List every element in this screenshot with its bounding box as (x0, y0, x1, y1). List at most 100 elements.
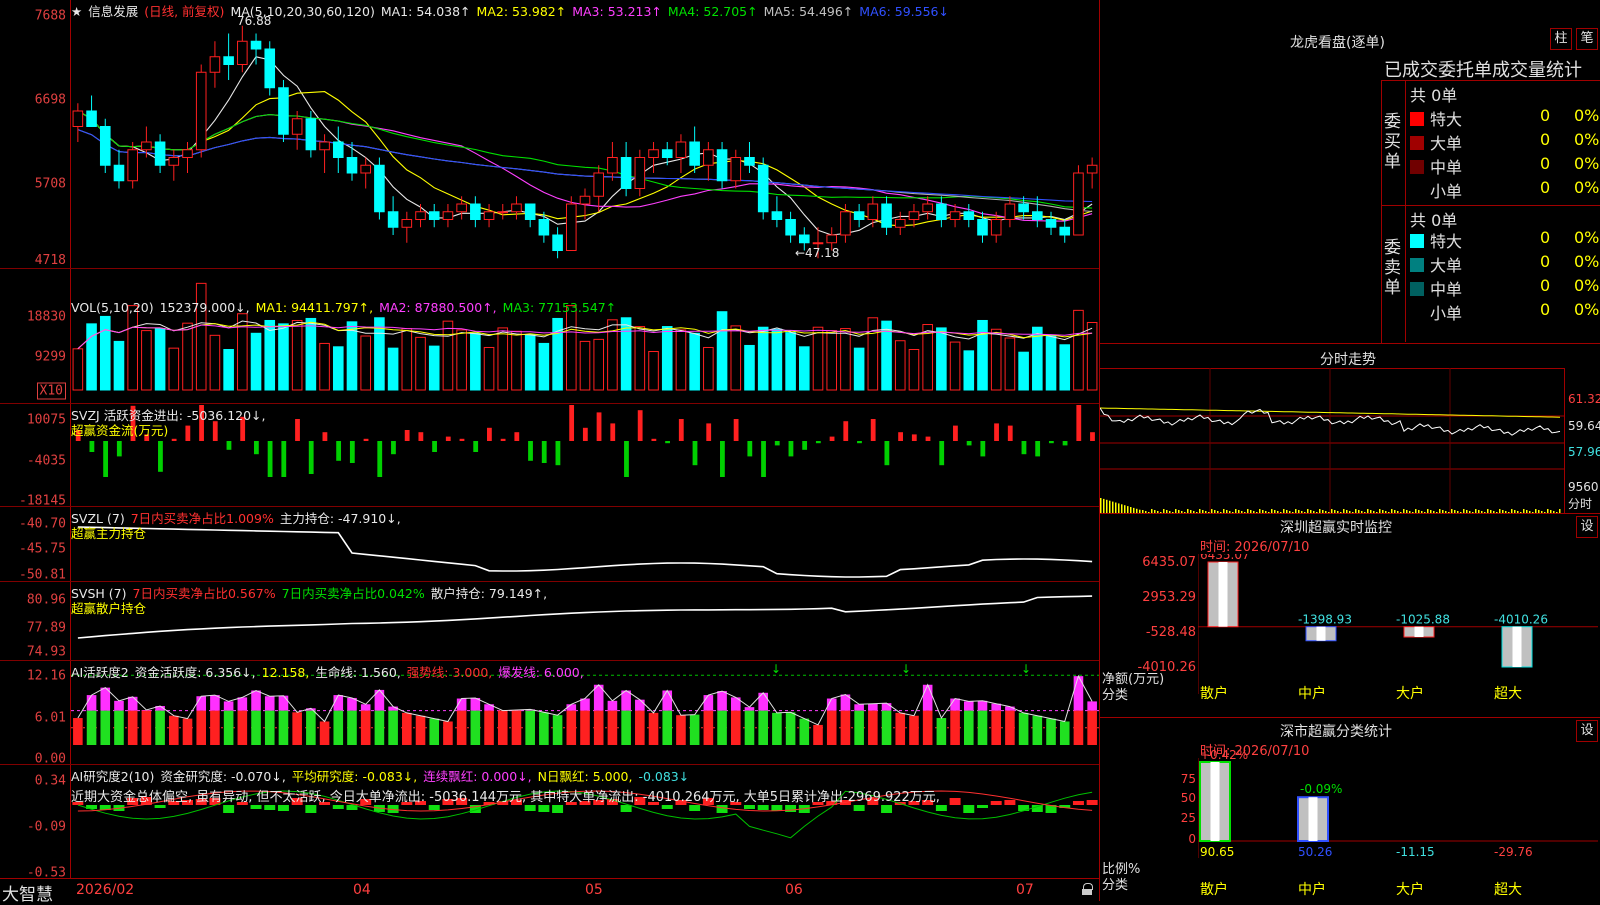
volume-bar (524, 334, 536, 391)
research-bar (428, 805, 440, 810)
retail-holding-line (77, 595, 1093, 639)
volume-bar (319, 342, 330, 391)
flow-bar (459, 438, 465, 441)
flow-bar (569, 405, 575, 441)
volume-bar (401, 328, 413, 391)
volume-bar (730, 325, 742, 391)
volume-plot[interactable] (71, 269, 1099, 404)
candle-body (552, 234, 563, 251)
bar-mode-button[interactable]: 柱 (1550, 28, 1572, 50)
activity-bar (182, 718, 193, 745)
flow-bar (966, 441, 972, 446)
classify-settings-button[interactable]: 设 (1576, 720, 1598, 742)
activity-bar-top (484, 704, 494, 711)
activity-bar (1005, 710, 1015, 745)
ai-activity-panel[interactable]: 12.16 6.01 0.00 AI活跃度2 资金活跃度: 6.356↓, 12.1… (0, 660, 1099, 767)
period-label[interactable]: (日线, 前复权) (144, 4, 224, 19)
activity-bar-top (635, 699, 645, 711)
candle-body (168, 157, 180, 166)
ai-research-p1: 资金研究度: -0.070↓, (160, 769, 286, 784)
activity-bar-top (1073, 676, 1084, 711)
volume-bar (579, 340, 591, 391)
activity-bar (264, 710, 275, 745)
volume-panel[interactable]: 18830 9299 X10 VOL(5,10,20) 152379.000↓, M… (0, 268, 1099, 404)
volume-bar (305, 317, 317, 391)
activity-bar (881, 710, 892, 745)
svsh-y-axis: 80.96 77.89 74.93 (0, 582, 71, 661)
monitor-settings-button[interactable]: 设 (1576, 516, 1598, 538)
activity-bar-top (360, 704, 371, 711)
flow-bar (267, 441, 273, 477)
candle-body (593, 172, 605, 197)
research-bar (771, 805, 783, 811)
research-bar (757, 805, 769, 810)
activity-bar-top (717, 691, 727, 711)
flow-bar (486, 427, 492, 441)
activity-bar (936, 718, 947, 745)
classify-y-label: 50 (1180, 791, 1196, 805)
flow-bar (391, 441, 396, 455)
lhb-row-name: 小单 (1430, 182, 1463, 201)
activity-bar (717, 710, 727, 745)
monitor-value-label: -1398.93 (1298, 613, 1352, 627)
research-bar (853, 805, 865, 811)
classify-panel[interactable]: 深市超赢分类统计 设 时间: 2026/07/10 比例% 分类 75 50 2… (1099, 717, 1600, 901)
activity-bar (813, 724, 823, 745)
candle-body (634, 157, 646, 189)
monitor-value-label: -1025.88 (1396, 613, 1450, 627)
research-bar (977, 805, 988, 808)
low-price-label: ←47.18 (795, 246, 840, 260)
candle-body (936, 203, 947, 220)
lhb-row-value: 0 (1540, 130, 1551, 149)
research-bar (743, 805, 755, 809)
activity-bar (799, 718, 810, 745)
classify-bar (1199, 761, 1231, 842)
activity-bar-top (278, 695, 289, 711)
activity-bar-top (114, 700, 124, 711)
flow-bar (158, 441, 163, 472)
candle-body (360, 164, 371, 174)
monitor-value-label: -4010.26 (1494, 613, 1548, 627)
candle-body (1045, 219, 1057, 228)
svzl-y-label: -40.70 (19, 516, 66, 532)
activity-bar (1032, 715, 1043, 745)
volume-bar (867, 317, 879, 391)
volume-bar (346, 321, 358, 391)
research-bar (264, 805, 276, 810)
svsh-panel[interactable]: 80.96 77.89 74.93 SVSH (7) 7日内买卖净占比0.567%… (0, 581, 1099, 661)
activity-bar (580, 710, 590, 745)
classify-value-label: 90.65 (1200, 845, 1234, 858)
intraday-unit: 分时 (1568, 497, 1593, 511)
ma-item: MA2: 53.982↑ (476, 4, 567, 19)
lhb-row-name: 大单 (1430, 134, 1463, 153)
kline-plot[interactable]: 76.88 ←47.18 (71, 0, 1099, 268)
candle-body (470, 203, 481, 220)
volume-bar (1073, 309, 1084, 391)
volume-header: VOL(5,10,20) 152379.000↓, MA1: 94411.797↑,… (71, 300, 622, 315)
tick-mode-button[interactable]: 笔 (1576, 28, 1598, 50)
monitor-category: 中户 (1298, 686, 1326, 702)
monitor-bar-highlight (1316, 626, 1326, 641)
svzl-subheader: 超赢主力持仓 (71, 523, 152, 542)
research-bar (949, 798, 961, 805)
volume-bar (853, 347, 865, 391)
ai-research-panel[interactable]: 0.34 -0.09 -0.53 AI研究度2(10) 资金研究度: -0.070… (0, 764, 1099, 881)
candle-body (689, 141, 700, 166)
intraday-panel[interactable]: 分时走势 61.32 59.64 57.96 9560 分时 (1099, 343, 1600, 514)
lhb-row-name: 特大 (1430, 110, 1463, 129)
candle-body (894, 219, 906, 228)
activity-bar (511, 710, 522, 745)
activity-bar (552, 715, 563, 745)
monitor-panel[interactable]: 深圳超赢实时监控 设 时间: 2026/07/10 净额(万元) 分类 6435… (1099, 513, 1600, 718)
ai-activity-p5: 爆发线: 6.000, (498, 665, 584, 680)
kline-panel[interactable]: 7688 6698 5708 4718 ★ 信息发展 (日线, 前复权) MA(5,1… (0, 0, 1099, 268)
star-icon[interactable]: ★ (71, 4, 82, 19)
ai-research-p5: -0.083↓ (638, 769, 690, 784)
activity-bar (689, 714, 700, 745)
svzj-panel[interactable]: 10075 -4035 -18145 SVZJ 活跃资金进出: -5036.12… (0, 403, 1099, 509)
svzj-y-label: -4035 (26, 453, 66, 469)
research-bar (305, 805, 317, 813)
svzl-panel[interactable]: -40.70 -45.75 -50.81 SVZL (7) 7日内买卖净占比1.0… (0, 506, 1099, 583)
activity-bar (593, 710, 604, 745)
app-name[interactable]: 大智慧 (2, 880, 53, 905)
